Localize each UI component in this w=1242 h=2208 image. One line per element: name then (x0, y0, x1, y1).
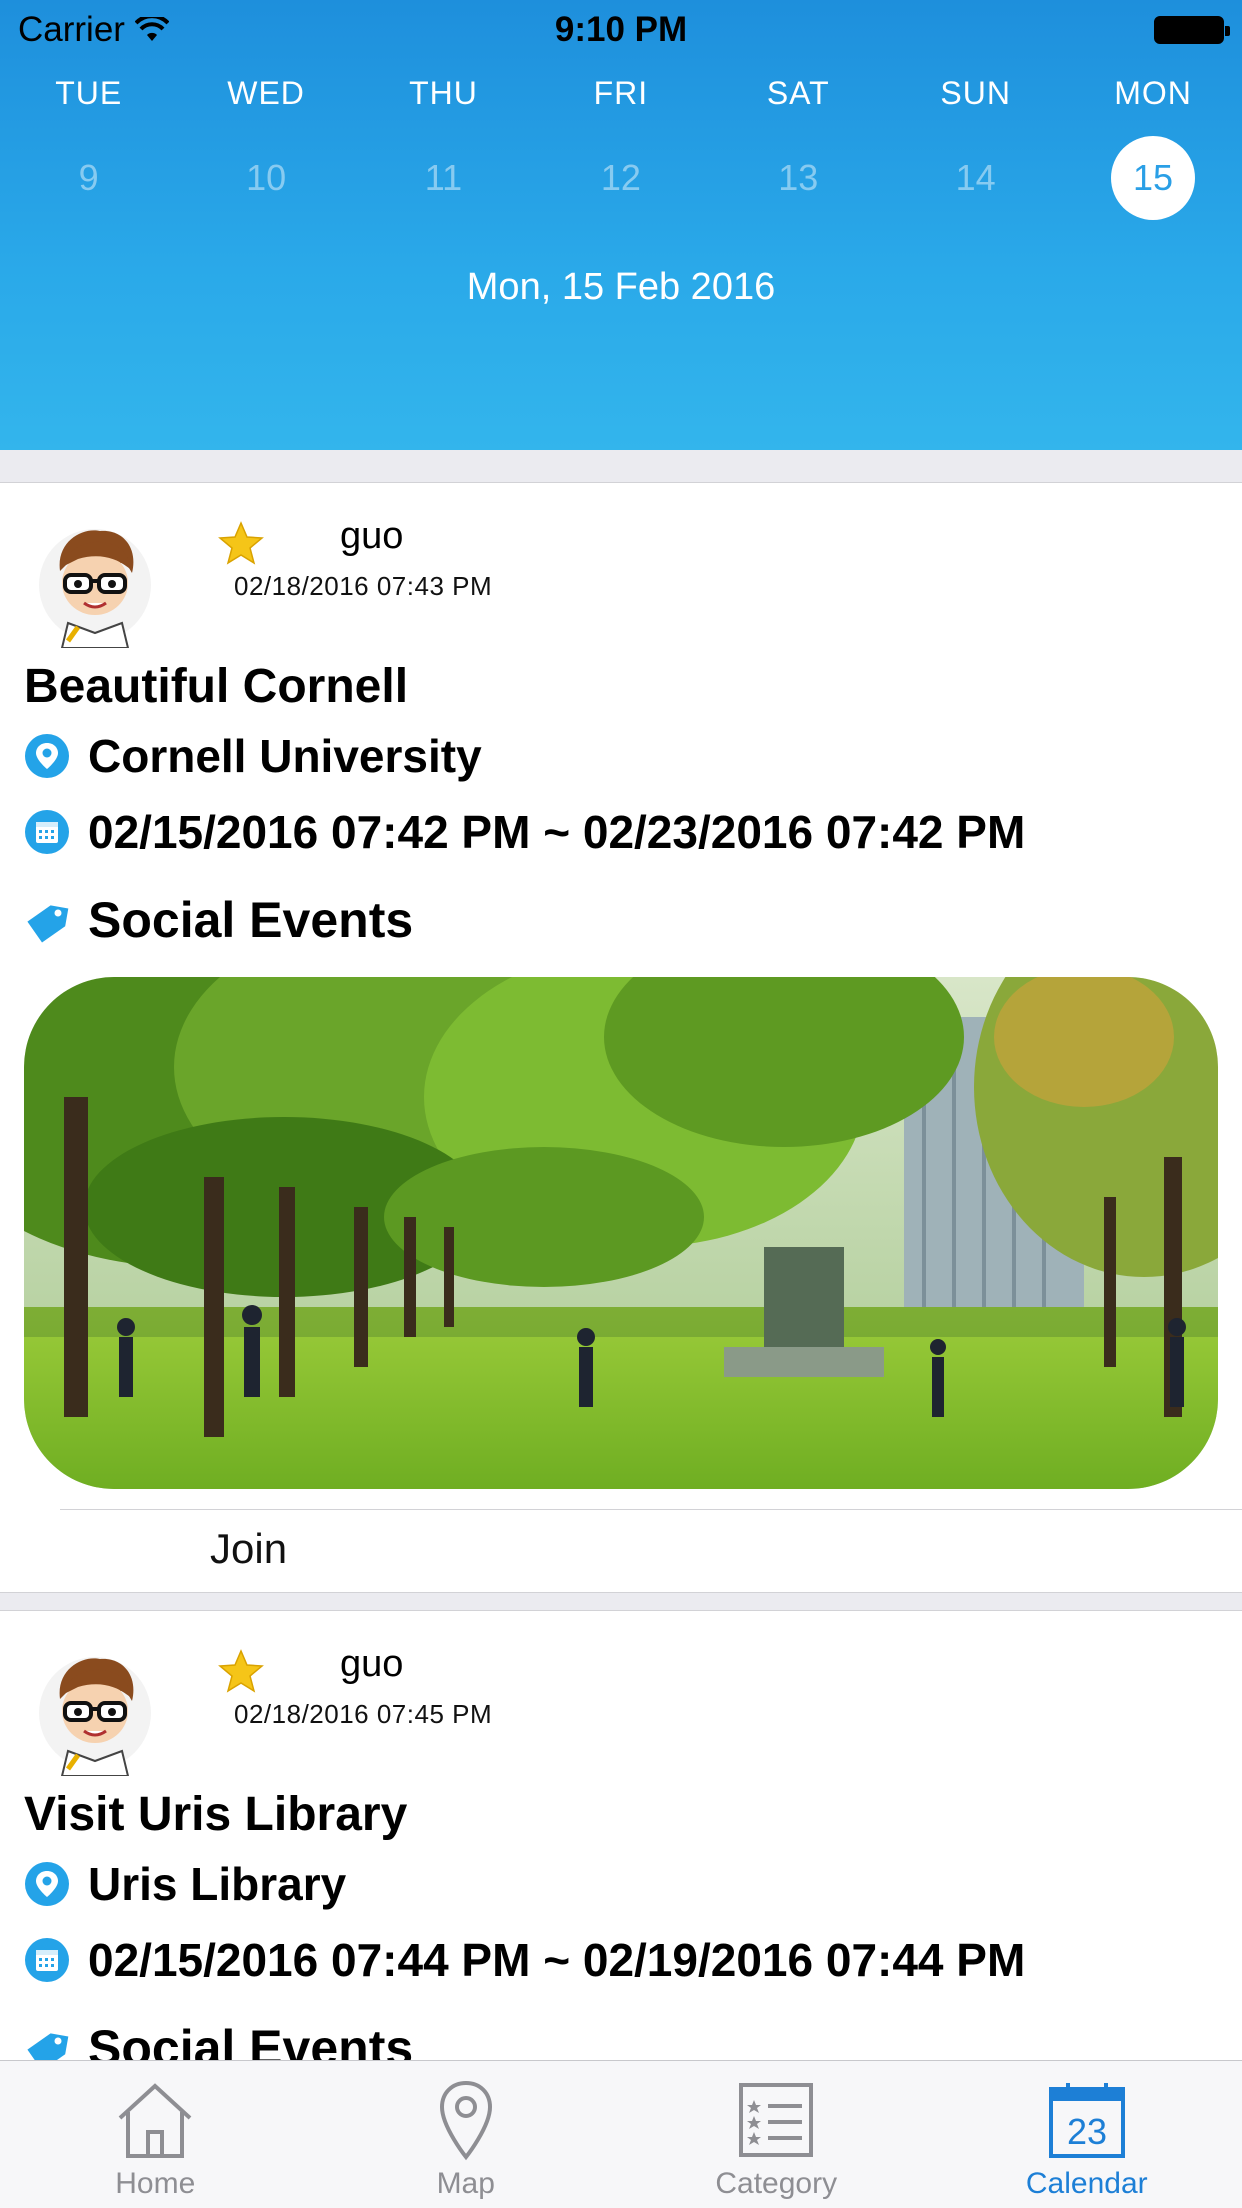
list-icon (731, 2077, 821, 2163)
event-location-row: Cornell University (24, 729, 482, 783)
event-location-row: Uris Library (24, 1857, 346, 1911)
tab-label: Map (436, 2167, 495, 2200)
tab-label: Home (115, 2167, 196, 2200)
date-cell[interactable]: 14 (887, 136, 1064, 220)
avatar (39, 1657, 151, 1776)
weekday-label: THU (409, 75, 478, 111)
event-category-row: Social Events (24, 891, 413, 949)
weekday-label: SUN (940, 75, 1011, 111)
weekday-label: FRI (593, 75, 649, 111)
date-number: 11 (424, 157, 463, 198)
weekday-label: WED (227, 75, 305, 111)
location-pin-icon (24, 733, 70, 779)
tag-icon (24, 897, 70, 943)
home-icon (110, 2077, 200, 2163)
calendar-small-icon (24, 809, 70, 855)
event-time-range: 02/15/2016 07:44 PM ~ 02/19/2016 07:44 P… (88, 1934, 1026, 1986)
event-card[interactable]: guo 02/18/2016 07:45 PM Visit Uris Libra… (0, 1610, 1242, 2070)
event-posted-time: 02/18/2016 07:45 PM (234, 1699, 493, 1729)
status-time: 9:10 PM (554, 10, 688, 49)
calendar-small-icon (24, 1937, 70, 1983)
battery-icon (1154, 16, 1230, 44)
event-category: Social Events (88, 892, 414, 948)
star-icon (218, 521, 264, 565)
join-button[interactable]: Join (210, 1525, 287, 1573)
event-location: Cornell University (88, 730, 482, 782)
star-icon (218, 1649, 264, 1693)
date-number: 13 (778, 157, 819, 198)
weekday-label: SAT (766, 75, 830, 111)
date-number: 10 (246, 157, 287, 198)
weekday-label: MON (1114, 75, 1192, 111)
tab-category[interactable]: Category (621, 2061, 932, 2208)
date-number: 12 (600, 157, 641, 198)
calendar-header: Carrier 9:10 PM TUE WED THU FRI SAT SUN … (0, 0, 1242, 450)
event-time-row: 02/15/2016 07:44 PM ~ 02/19/2016 07:44 P… (24, 1933, 1025, 1987)
tab-calendar[interactable]: 23 Calendar (932, 2061, 1242, 2208)
status-bar: Carrier 9:10 PM (0, 0, 1242, 60)
date-cell[interactable]: 10 (177, 136, 354, 220)
divider (60, 1509, 1242, 1510)
date-cell-selected[interactable]: 15 (1064, 136, 1241, 220)
date-number: 14 (955, 157, 996, 198)
map-pin-icon (421, 2077, 511, 2163)
date-cell[interactable]: 9 (0, 136, 177, 220)
location-pin-icon (24, 1861, 70, 1907)
event-time-range: 02/15/2016 07:42 PM ~ 02/23/2016 07:42 P… (88, 806, 1026, 858)
date-number: 15 (1111, 136, 1196, 220)
date-cell[interactable]: 11 (355, 136, 532, 220)
event-photo[interactable] (24, 977, 1218, 1489)
date-cell[interactable]: 12 (532, 136, 709, 220)
tab-label: Category (715, 2167, 838, 2200)
event-title: Beautiful Cornell (24, 660, 409, 713)
calendar-badge: 23 (1067, 2111, 1107, 2152)
weekday-label: TUE (55, 75, 123, 111)
selected-date-label: Mon, 15 Feb 2016 (466, 266, 776, 308)
event-location: Uris Library (88, 1858, 347, 1910)
event-card[interactable]: guo 02/18/2016 07:43 PM Beautiful Cornel… (0, 482, 1242, 1593)
weekday-row: TUE WED THU FRI SAT SUN MON (0, 75, 1242, 112)
event-author: guo (340, 515, 404, 557)
event-posted-time: 02/18/2016 07:43 PM (234, 571, 493, 601)
tab-map[interactable]: Map (311, 2061, 622, 2208)
date-cell[interactable]: 13 (710, 136, 887, 220)
event-time-row: 02/15/2016 07:42 PM ~ 02/23/2016 07:42 P… (24, 805, 1025, 859)
date-row: 9 10 11 12 13 14 15 (0, 136, 1242, 220)
event-author: guo (340, 1643, 404, 1685)
date-number: 9 (78, 157, 99, 198)
tab-home[interactable]: Home (0, 2061, 311, 2208)
tab-bar: Home Map Category 23 Calendar (0, 2060, 1242, 2208)
avatar (39, 529, 151, 648)
event-title: Visit Uris Library (24, 1788, 408, 1841)
calendar-icon: 23 (1042, 2077, 1132, 2163)
tab-label: Calendar (1025, 2167, 1148, 2200)
